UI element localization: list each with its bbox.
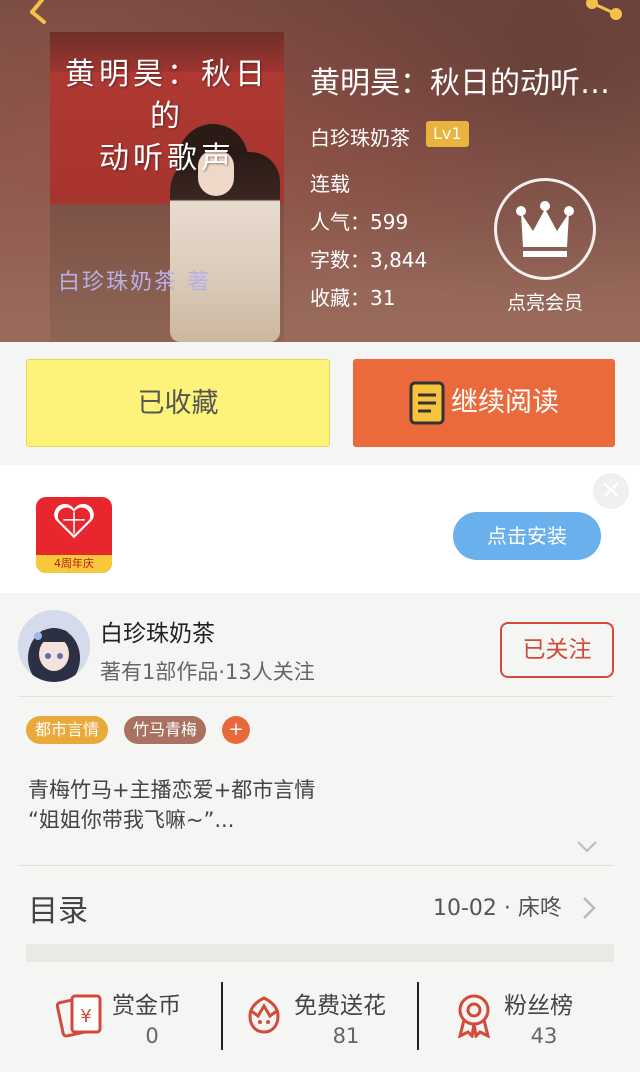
install-button[interactable]: 点击安装	[453, 512, 601, 560]
book-popularity: 人气：599	[310, 210, 409, 234]
description-line1: 青梅竹马+主播恋爱+都市言情	[28, 778, 316, 802]
add-tag-button[interactable]: +	[222, 716, 250, 744]
author-stats: 著有1部作品·13人关注	[100, 660, 315, 684]
reward-coin-icon[interactable]: ¥	[56, 992, 104, 1038]
tag-childhood-sweethearts[interactable]: 竹马青梅	[124, 716, 207, 744]
collected-button[interactable]: 已收藏	[26, 359, 330, 447]
member-label: 点亮会员	[506, 292, 583, 314]
medal-icon[interactable]	[450, 992, 498, 1038]
book-word-count: 字数：3,844	[310, 248, 428, 272]
continue-reading-label: 继续阅读	[451, 387, 559, 418]
description-line2: “姐姐你带我飞嘛~”...	[28, 808, 235, 832]
back-arrow-icon[interactable]	[14, 0, 50, 26]
close-icon[interactable]: ×	[593, 473, 629, 509]
chevron-right-icon[interactable]	[582, 896, 596, 920]
crown-icon	[516, 201, 574, 257]
follow-button[interactable]: 已关注	[500, 622, 614, 678]
continue-reading-button[interactable]: 继续阅读	[353, 359, 615, 447]
fan-rank-value: 43	[530, 1024, 558, 1048]
flower-icon[interactable]	[240, 992, 288, 1038]
ad-banner[interactable]: 4周年庆 点击安装 ×	[0, 465, 640, 593]
app-badge-label: 4周年庆	[36, 555, 112, 573]
author-avatar[interactable]	[18, 610, 90, 682]
author-name[interactable]: 白珍珠奶茶	[100, 614, 215, 648]
book-status: 连载	[310, 172, 350, 196]
fan-rank-label[interactable]: 粉丝榜	[504, 986, 573, 1020]
heart-logo-icon	[54, 503, 94, 539]
reward-value: 0	[145, 1024, 159, 1048]
member-button[interactable]	[494, 178, 596, 280]
divider	[18, 696, 614, 697]
chevron-down-icon[interactable]	[576, 840, 598, 854]
free-flower-value: 81	[332, 1024, 360, 1048]
book-collections: 收藏：31	[310, 286, 396, 310]
author-level-badge: Lv1	[426, 121, 469, 147]
free-flower-label[interactable]: 免费送花	[294, 986, 386, 1020]
stat-separator	[417, 982, 419, 1050]
share-icon[interactable]	[584, 0, 624, 22]
divider	[18, 865, 614, 866]
svg-text:¥: ¥	[80, 1006, 91, 1027]
book-header: 黄明昊：秋日的 动听歌声 白珍珠奶茶 著 黄明昊：秋日的动听… 白珍珠奶茶 Lv…	[0, 0, 640, 342]
app-icon[interactable]: 4周年庆	[36, 497, 112, 573]
avatar-illustration	[18, 610, 90, 682]
book-title: 黄明昊：秋日的动听…	[310, 66, 610, 101]
tag-urban-romance[interactable]: 都市言情	[26, 716, 109, 744]
book-author-name[interactable]: 白珍珠奶茶	[310, 122, 410, 151]
cover-title: 黄明昊：秋日的 动听歌声	[50, 54, 284, 180]
book-icon	[409, 381, 445, 425]
section-separator	[26, 944, 614, 962]
cover-title-line2: 动听歌声	[99, 141, 235, 176]
book-cover[interactable]: 黄明昊：秋日的 动听歌声 白珍珠奶茶 著	[50, 32, 284, 342]
toc-latest-chapter[interactable]: 10-02 · 床咚	[433, 890, 562, 922]
stat-separator	[221, 982, 223, 1050]
cover-title-line1: 黄明昊：秋日的	[65, 57, 269, 134]
reward-label[interactable]: 赏金币	[112, 986, 181, 1020]
toc-title[interactable]: 目录	[28, 886, 88, 930]
cover-author: 白珍珠奶茶 著	[58, 270, 211, 295]
